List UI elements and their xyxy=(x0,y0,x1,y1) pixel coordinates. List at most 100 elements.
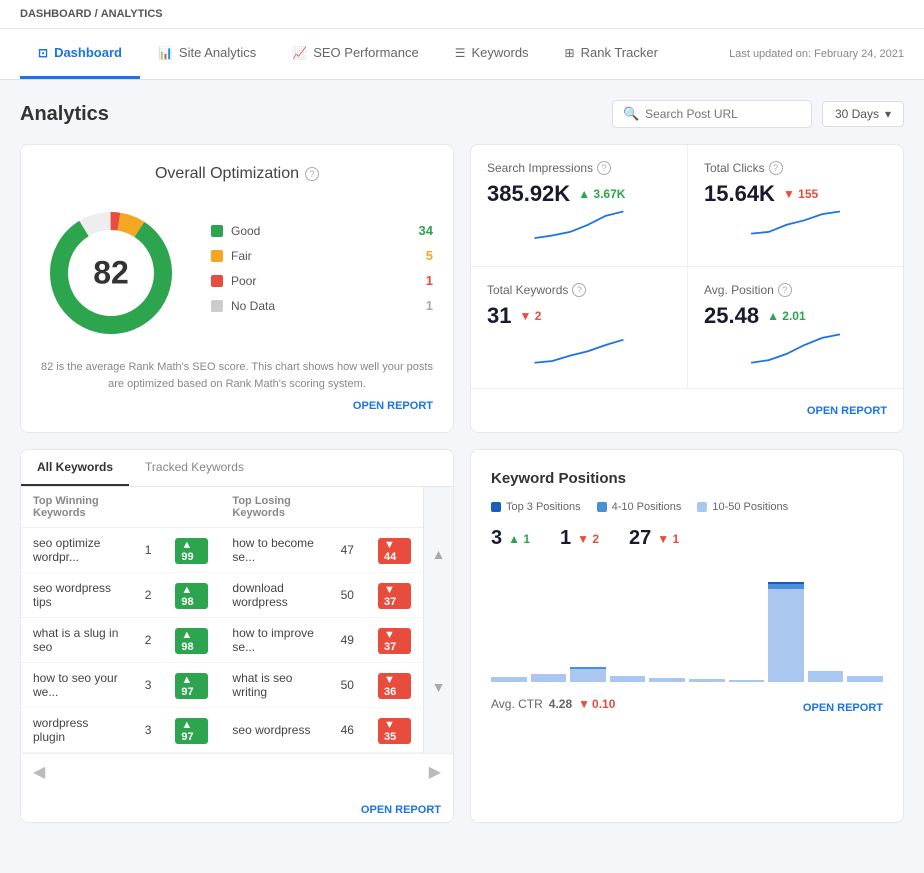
kp-leg-dot xyxy=(491,502,501,512)
winning-keyword-0: seo optimize wordpr... xyxy=(21,528,133,573)
kp-stat-val-2: 27 ▼ 1 xyxy=(629,527,679,550)
site-analytics-icon: 📊 xyxy=(158,46,173,60)
scroll-down-icon[interactable]: ▼ xyxy=(428,675,450,699)
scroll-up-icon[interactable]: ▲ xyxy=(428,542,450,566)
tab-label-site-analytics: Site Analytics xyxy=(179,45,256,60)
winning-change-1: ▲ 98 xyxy=(163,573,220,618)
losing-badge-2: ▼ 37 xyxy=(378,628,411,654)
bar-low xyxy=(768,589,804,682)
losing-badge-1: ▼ 37 xyxy=(378,583,411,609)
stat-block-2: Total Keywords ? 31 ▼ 2 xyxy=(471,267,687,389)
kp-stat-1: 1 ▼ 2 xyxy=(560,527,599,550)
kp-title: Keyword Positions xyxy=(491,470,883,487)
rank-tracker-icon: ⊞ xyxy=(565,46,575,60)
mini-chart-2 xyxy=(487,329,671,369)
opt-score: 82 xyxy=(93,255,129,292)
tab-label-keywords: Keywords xyxy=(471,45,528,60)
winning-badge-2: ▲ 98 xyxy=(175,628,208,654)
bar-col-4 xyxy=(649,566,685,682)
kw-tab-all-keywords[interactable]: All Keywords xyxy=(21,450,129,486)
breadcrumb-dashboard[interactable]: DASHBOARD xyxy=(20,8,92,20)
kw-tab-tracked-keywords[interactable]: Tracked Keywords xyxy=(129,450,260,486)
ctr-change: ▼ 0.10 xyxy=(578,697,615,711)
stat-block-3: Avg. Position ? 25.48 ▲ 2.01 xyxy=(687,267,903,389)
tab-rank-tracker[interactable]: ⊞Rank Tracker xyxy=(547,29,676,79)
kp-legend-item: 4-10 Positions xyxy=(597,501,682,513)
losing-badge-0: ▼ 44 xyxy=(378,538,411,564)
stat-value-2: 31 ▼ 2 xyxy=(487,303,671,329)
kw-open-report[interactable]: OPEN REPORT xyxy=(361,804,441,816)
stats-open-report[interactable]: OPEN REPORT xyxy=(807,405,887,417)
info-icon-0: ? xyxy=(597,161,611,175)
legend-label: Good xyxy=(231,224,411,238)
losing-change-2: ▼ 37 xyxy=(366,618,423,663)
bar-col-1 xyxy=(531,566,567,682)
legend-label: No Data xyxy=(231,299,418,313)
dropdown-label: 30 Days xyxy=(835,107,879,121)
table-row: seo wordpress tips 2 ▲ 98 download wordp… xyxy=(21,573,453,618)
page-title: Analytics xyxy=(20,103,109,126)
legend-count: 1 xyxy=(426,273,433,288)
table-row: what is a slug in seo 2 ▲ 98 how to impr… xyxy=(21,618,453,663)
legend-item-poor: Poor 1 xyxy=(211,273,433,288)
chevron-down-icon: ▾ xyxy=(885,107,891,121)
winning-keyword-1: seo wordpress tips xyxy=(21,573,133,618)
opt-open-report[interactable]: OPEN REPORT xyxy=(41,400,433,412)
tabs: ⊡Dashboard 📊 Site Analytics 📈SEO Performanc… xyxy=(20,29,676,79)
kp-stat-change-1: ▼ 2 xyxy=(577,532,599,546)
days-dropdown[interactable]: 30 Days ▾ xyxy=(822,101,904,127)
stat-block-0: Search Impressions ? 385.92K ▲ 3.67K xyxy=(471,145,687,267)
tab-keywords[interactable]: ☰Keywords xyxy=(437,29,547,79)
col-losing: Top Losing Keywords xyxy=(220,487,328,528)
stat-value-3: 25.48 ▲ 2.01 xyxy=(704,303,887,329)
breadcrumb: DASHBOARD / ANALYTICS xyxy=(0,0,924,29)
winning-pos-4: 3 xyxy=(133,708,164,753)
legend-item-no-data: No Data 1 xyxy=(211,298,433,313)
legend-label: Fair xyxy=(231,249,418,263)
kp-footer: Avg. CTR 4.28 ▼ 0.10 OPEN REPORT xyxy=(491,694,883,714)
stat-label-0: Search Impressions ? xyxy=(487,161,671,175)
stats-card: Search Impressions ? 385.92K ▲ 3.67K Tot… xyxy=(470,144,904,433)
tab-dashboard[interactable]: ⊡Dashboard xyxy=(20,29,140,79)
losing-keyword-3: what is seo writing xyxy=(220,663,328,708)
legend-dot xyxy=(211,250,223,262)
stat-label-3: Avg. Position ? xyxy=(704,283,887,297)
mini-chart-1 xyxy=(704,207,887,247)
col-change-losing xyxy=(366,487,423,528)
bar-col-9 xyxy=(847,566,883,682)
breadcrumb-current: ANALYTICS xyxy=(101,8,163,20)
kp-stat-change-0: ▲ 1 xyxy=(508,532,530,546)
horiz-left-icon[interactable]: ◀ xyxy=(33,762,45,782)
winning-pos-3: 3 xyxy=(133,663,164,708)
losing-change-1: ▼ 37 xyxy=(366,573,423,618)
bar-col-3 xyxy=(610,566,646,682)
horiz-right-icon[interactable]: ▶ xyxy=(429,762,441,782)
tab-seo-performance[interactable]: 📈SEO Performance xyxy=(274,29,436,79)
tab-site-analytics[interactable]: 📊 Site Analytics xyxy=(140,29,274,79)
avg-ctr-value: 4.28 xyxy=(549,697,572,711)
kp-open-report[interactable]: OPEN REPORT xyxy=(803,702,883,714)
kp-legend-item: 10-50 Positions xyxy=(697,501,788,513)
winning-pos-1: 2 xyxy=(133,573,164,618)
stat-value-1: 15.64K ▼ 155 xyxy=(704,181,887,207)
info-icon: ? xyxy=(305,167,319,181)
mini-chart-3 xyxy=(704,329,887,369)
bar-low xyxy=(610,676,646,682)
losing-pos-1: 50 xyxy=(329,573,366,618)
stat-block-1: Total Clicks ? 15.64K ▼ 155 xyxy=(687,145,903,267)
kp-stat-2: 27 ▼ 1 xyxy=(629,527,679,550)
winning-keyword-3: how to seo your we... xyxy=(21,663,133,708)
bar-col-2 xyxy=(570,566,606,682)
bar-low xyxy=(808,671,844,682)
winning-change-4: ▲ 97 xyxy=(163,708,220,753)
kp-legend: Top 3 Positions 4-10 Positions 10-50 Pos… xyxy=(491,501,883,513)
stat-value-0: 385.92K ▲ 3.67K xyxy=(487,181,671,207)
keywords-card: All KeywordsTracked Keywords Top Winning… xyxy=(20,449,454,823)
search-box: 🔍 xyxy=(612,100,812,128)
search-input[interactable] xyxy=(645,107,801,121)
kw-tabs: All KeywordsTracked Keywords xyxy=(21,450,453,487)
kp-leg-label: 4-10 Positions xyxy=(612,501,682,513)
bar-col-0 xyxy=(491,566,527,682)
tabs-bar: ⊡Dashboard 📊 Site Analytics 📈SEO Performanc… xyxy=(0,29,924,80)
losing-change-4: ▼ 35 xyxy=(366,708,423,753)
